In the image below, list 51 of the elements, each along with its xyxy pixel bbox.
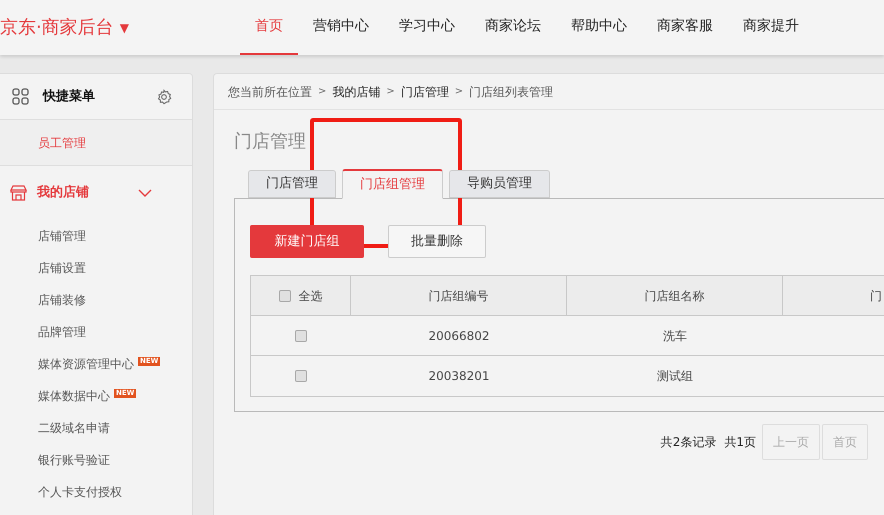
breadcrumb-link[interactable]: 门店组列表管理 [469, 82, 554, 100]
nav-link[interactable]: 营销中心 [298, 0, 384, 55]
sidebar-title: 快捷菜单 [43, 88, 95, 106]
caret-icon[interactable]: ▼ [120, 18, 129, 36]
menu-item[interactable]: 媒体资源管理中心 [38, 355, 134, 373]
delete-button[interactable]: 批量删除 [388, 225, 486, 258]
chevron-icon[interactable] [138, 188, 152, 198]
checkbox[interactable] [295, 370, 307, 382]
column-header: 门店组编号 [428, 288, 488, 304]
nav-link[interactable]: 商家客服 [642, 0, 728, 55]
grid-icon [12, 88, 29, 105]
table-cell: 洗车 [663, 328, 687, 342]
breadcrumb-link[interactable]: 您当前所在位置 [228, 82, 312, 100]
breadcrumb-link[interactable]: 我的店铺 [332, 82, 380, 100]
nav-link[interactable]: 首页 [240, 0, 298, 55]
nav-link[interactable]: 商家提升 [728, 0, 814, 55]
create-button[interactable]: 新建门店组 [250, 225, 364, 258]
column-header: 门 [870, 288, 882, 304]
menu-item[interactable]: 品牌管理 [38, 323, 86, 341]
shortcut-link[interactable]: 员工管理 [38, 134, 86, 152]
checkbox[interactable] [278, 290, 290, 302]
nav-link[interactable]: 商家论坛 [470, 0, 556, 55]
page-title: 门店管理 [234, 130, 307, 154]
logo[interactable]: 京东·商家后台 [0, 14, 114, 41]
menu-item[interactable]: 个人卡支付授权 [38, 483, 122, 501]
tab[interactable]: 导购员管理 [449, 170, 550, 198]
select-all-label: 全选 [298, 288, 322, 304]
menu-item[interactable]: 店铺设置 [38, 259, 86, 277]
nav-link[interactable]: 帮助中心 [556, 0, 642, 55]
settings-icon[interactable] [156, 88, 172, 104]
breadcrumb-separator: > [386, 85, 395, 99]
menu-item[interactable]: 店铺装修 [38, 291, 86, 309]
breadcrumb-separator: > [454, 85, 464, 99]
column-header: 门店组名称 [644, 288, 704, 304]
table-cell: 20066802 [428, 328, 490, 342]
breadcrumb-separator: > [318, 85, 326, 99]
tab[interactable]: 门店组管理 [342, 169, 443, 199]
table-cell: 测试组 [657, 369, 693, 383]
record-count: 共2条记录 [660, 434, 716, 451]
store-icon [10, 185, 27, 201]
breadcrumb-link[interactable]: 门店管理 [400, 82, 449, 100]
section-title[interactable]: 我的店铺 [37, 183, 89, 203]
tab[interactable]: 门店管理 [248, 170, 336, 198]
menu-item[interactable]: 银行账号验证 [38, 451, 110, 469]
nav-link[interactable]: 学习中心 [384, 0, 470, 55]
checkbox[interactable] [295, 330, 307, 342]
menu-item[interactable]: 媒体数据中心 [38, 387, 110, 405]
menu-item[interactable]: 二级域名申请 [38, 419, 110, 437]
table-cell: 20038201 [428, 369, 490, 383]
menu-item[interactable]: 店铺管理 [38, 227, 86, 245]
page-count: 共1页 [724, 434, 756, 451]
